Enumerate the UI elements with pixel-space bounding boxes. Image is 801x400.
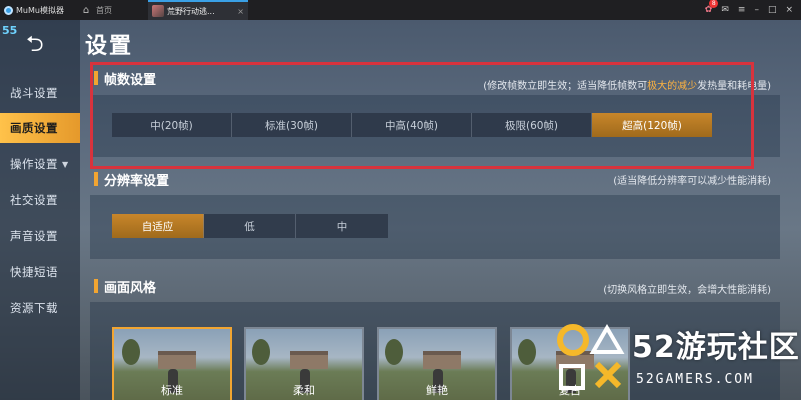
page-title: 设置 [85,34,134,59]
style-thumb-vivid[interactable]: 鲜艳 [377,327,497,400]
tree-graphic [518,339,536,365]
sidebar-item-label: 声音设置 [10,229,58,243]
sidebar-item-quick-phrases[interactable]: 快捷短语 [0,257,80,287]
back-arrow-icon[interactable]: ⮌ [26,34,60,58]
tab-game-label: 荒野行动逃... [167,6,215,16]
maximize-icon[interactable]: □ [768,5,777,15]
emulator-titlebar: MuMu模拟器 ⌂ 首页 荒野行动逃... × ✿ 8 ✉ ≡ – □ × [0,0,801,20]
section-title-text: 分辨率设置 [104,173,170,189]
sidebar-item-label: 快捷短语 [10,265,58,279]
sidebar-item-social[interactable]: 社交设置 [0,185,80,215]
sidebar-item-label: 画质设置 [10,121,58,135]
resolution-option-auto[interactable]: 自适应 [112,214,204,238]
option-label: 自适应 [141,220,174,233]
thumb-label: 柔和 [293,384,315,397]
house-graphic [423,351,461,369]
home-icon[interactable]: ⌂ [76,5,96,16]
close-tab-icon[interactable]: × [237,7,244,16]
tree-graphic [385,339,403,365]
section-marker [94,172,98,186]
option-label: 低 [244,220,255,233]
sidebar-item-downloads[interactable]: 资源下载 [0,293,80,323]
watermark-text: 52游玩社区 [632,330,800,365]
mumu-logo-icon [4,5,13,15]
house-graphic [158,351,196,369]
mail-icon[interactable]: ✉ [721,5,729,15]
watermark-logo-icon [557,324,625,390]
option-label: 中 [336,220,348,233]
tab-home[interactable]: 首页 [96,0,148,20]
window-controls: ✿ 8 ✉ ≡ – □ × [705,0,801,15]
thumb-label: 鲜艳 [426,384,448,397]
resolution-option-low[interactable]: 低 [204,214,296,238]
resolution-section-note: (适当降低分辨率可以减少性能消耗) [613,176,771,187]
resolution-option-medium[interactable]: 中 [296,214,388,238]
highlight-box [90,62,754,169]
tree-graphic [252,339,270,365]
section-title-text: 画面风格 [104,280,157,296]
section-marker [94,279,98,293]
sidebar-item-sound[interactable]: 声音设置 [0,221,80,251]
tab-home-label: 首页 [96,5,112,15]
app-logo: MuMu模拟器 [0,0,76,20]
tree-graphic [122,339,140,365]
menu-icon[interactable]: ≡ [738,5,746,15]
sidebar-item-label: 战斗设置 [10,86,58,100]
sidebar-item-label: 资源下载 [10,301,58,315]
house-graphic [290,351,328,369]
style-thumb-soft[interactable]: 柔和 [244,327,364,400]
resolution-section-title: 分辨率设置 [94,171,170,189]
tab-game[interactable]: 荒野行动逃... × [148,0,248,20]
notification-badge: 8 [709,0,719,8]
sidebar-item-graphics[interactable]: 画质设置 [0,113,80,143]
sidebar-item-label: 社交设置 [10,193,58,207]
sidebar-item-controls[interactable]: 操作设置 ▼ [0,149,80,179]
style-thumb-standard[interactable]: 标准 [112,327,232,400]
app-name: MuMu模拟器 [16,5,64,15]
game-thumbnail-icon [152,5,164,17]
sidebar-item-label: 操作设置 [10,157,58,171]
close-icon[interactable]: × [785,5,793,15]
minimize-icon[interactable]: – [754,5,759,15]
gift-icon[interactable]: ✿ 8 [705,0,719,15]
watermark-url: 52GAMERS.COM [636,372,754,387]
style-section-note: (切换风格立即生效，会增大性能消耗) [603,285,771,296]
thumb-label: 标准 [161,384,183,397]
resolution-selector: 自适应 低 中 [112,214,388,238]
chevron-down-icon: ▼ [62,159,69,169]
fps-counter: 55 [2,24,18,37]
style-section-title: 画面风格 [94,278,157,296]
sidebar-item-combat[interactable]: 战斗设置 [0,78,80,108]
